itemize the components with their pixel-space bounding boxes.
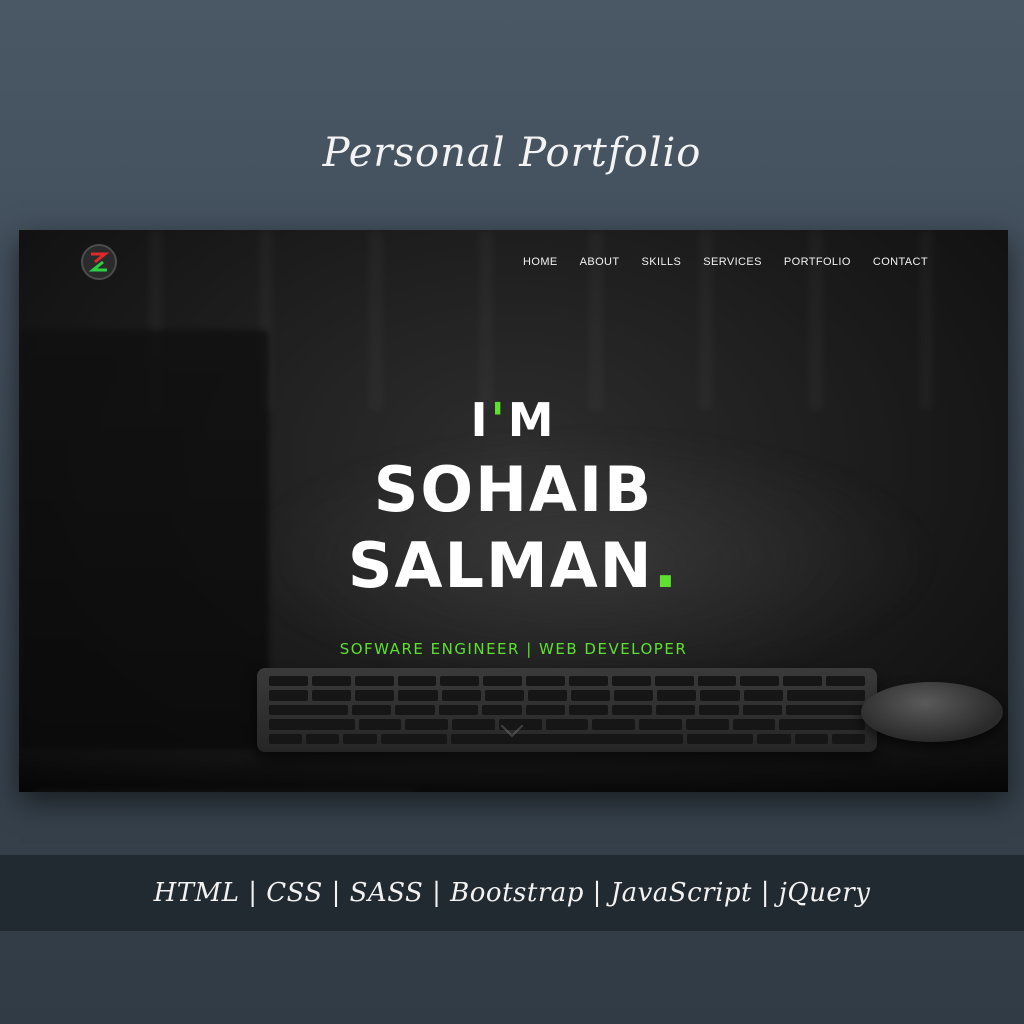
hero-last-name: SALMAN (347, 529, 654, 602)
desk-shade (19, 750, 1008, 792)
nav-skills[interactable]: SKILLS (642, 256, 682, 268)
hero-period: . (653, 529, 680, 602)
nav-contact[interactable]: CONTACT (873, 256, 928, 268)
page-heading: Personal Portfolio (322, 130, 702, 176)
hero-heading: I'M SOHAIB SALMAN. (19, 388, 1008, 604)
website-screenshot: HOME ABOUT SKILLS SERVICES PORTFOLIO CON… (19, 230, 1008, 792)
tech-stack-list: HTML | CSS | SASS | Bootstrap | JavaScri… (153, 878, 871, 908)
mouse-image (861, 682, 1003, 742)
hero-intro: I'M (19, 388, 1008, 452)
site-logo[interactable] (81, 244, 117, 280)
main-nav: HOME ABOUT SKILLS SERVICES PORTFOLIO CON… (523, 256, 928, 268)
nav-services[interactable]: SERVICES (703, 256, 762, 268)
nav-home[interactable]: HOME (523, 256, 558, 268)
hero-first-name: SOHAIB (373, 453, 654, 526)
hero-last-name-line: SALMAN. (19, 528, 1008, 604)
hero-intro-m: M (507, 393, 557, 447)
keyboard-image (257, 668, 877, 752)
hero-intro-i: I (470, 393, 491, 447)
s-logo-icon (88, 252, 110, 272)
hero-apostrophe: ' (490, 393, 508, 447)
nav-portfolio[interactable]: PORTFOLIO (784, 256, 851, 268)
tech-stack-band: HTML | CSS | SASS | Bootstrap | JavaScri… (0, 855, 1024, 931)
nav-about[interactable]: ABOUT (580, 256, 620, 268)
hero-subtitle: SOFWARE ENGINEER | WEB DEVELOPER (339, 640, 688, 658)
